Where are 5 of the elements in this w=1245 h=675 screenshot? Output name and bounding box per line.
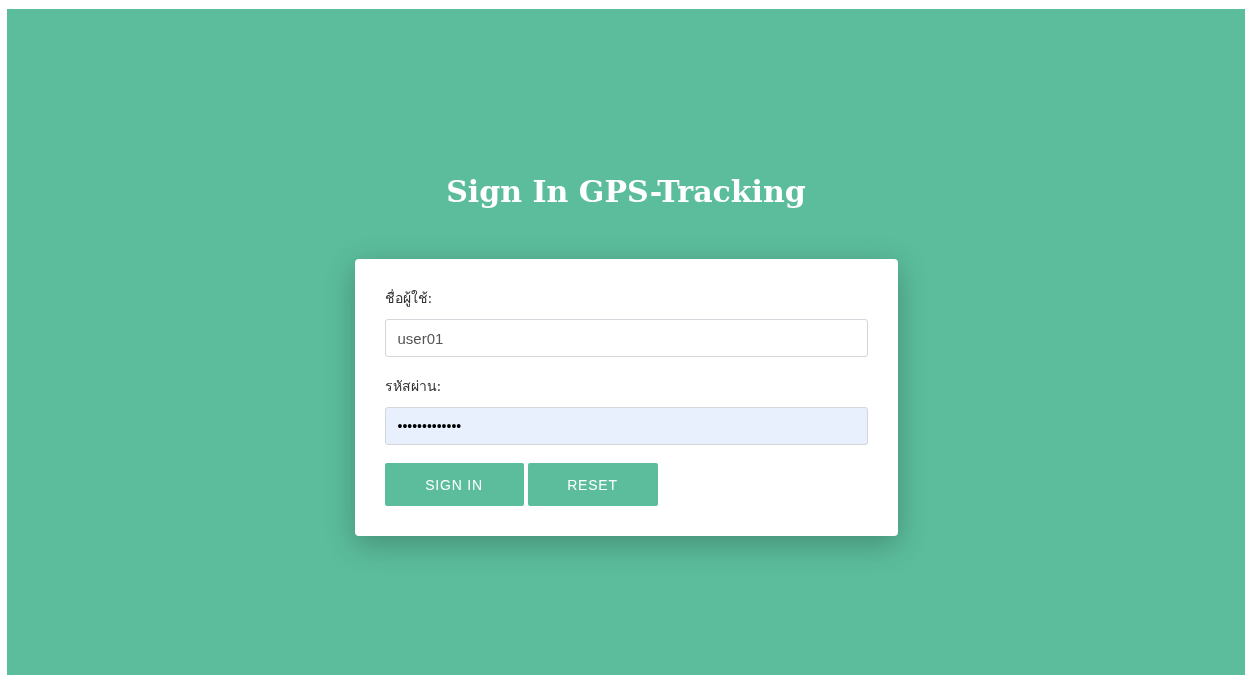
field-label: รหัสผ่าน: [384,377,442,396]
field-label: ชื่อผู้ใช้: [384,288,433,309]
password-field[interactable]: ••••••••••••• [384,407,868,445]
username-field[interactable]: user01 [384,319,868,357]
page-title: Sign In GPS-Tracking [446,174,806,209]
